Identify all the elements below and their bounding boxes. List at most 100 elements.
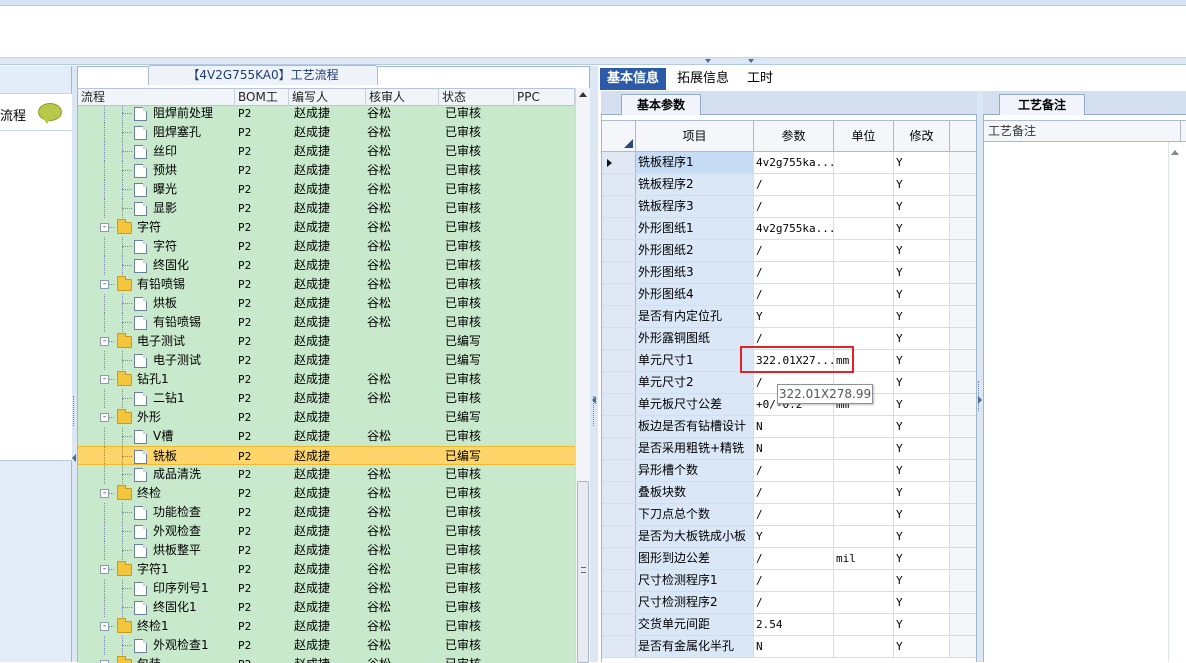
collapse-minus-icon[interactable]: - <box>100 489 109 498</box>
param-item-cell[interactable]: 下刀点总个数 <box>636 504 754 525</box>
flow-sidebar-header[interactable]: 流程 <box>0 93 72 131</box>
tree-row[interactable]: 显影 P2 赵成捷 谷松 已审核 <box>78 199 575 218</box>
param-value-cell[interactable]: / <box>754 262 834 283</box>
tab-basic-params[interactable]: 基本参数 <box>621 94 701 115</box>
tree-row[interactable]: - 电子测试 P2 赵成捷 已编写 <box>78 332 575 351</box>
column-header-process[interactable]: 流程 <box>78 89 235 106</box>
row-header[interactable] <box>602 570 636 591</box>
param-unit-cell[interactable] <box>834 218 894 239</box>
column-header-checker[interactable]: 核审人 <box>366 89 439 106</box>
param-item-cell[interactable]: 铣板程序3 <box>636 196 754 217</box>
tree-row[interactable]: 印序列号1 P2 赵成捷 谷松 已审核 <box>78 579 575 598</box>
param-row[interactable]: 异形槽个数 / Y <box>602 460 976 482</box>
param-unit-cell[interactable] <box>834 460 894 481</box>
param-modify-cell[interactable]: Y <box>894 240 950 261</box>
column-header-editor[interactable]: 编写人 <box>289 89 366 106</box>
param-unit-cell[interactable] <box>834 306 894 327</box>
param-modify-cell[interactable]: Y <box>894 482 950 503</box>
param-row[interactable]: 尺寸检测程序2/ Y <box>602 592 976 614</box>
tree-row[interactable]: - 终检 P2 赵成捷 谷松 已审核 <box>78 484 575 503</box>
param-unit-cell[interactable] <box>834 482 894 503</box>
scroll-thumb[interactable] <box>577 481 589 663</box>
param-item-cell[interactable]: 外形图纸2 <box>636 240 754 261</box>
comment-bubble-icon[interactable] <box>38 103 62 124</box>
column-header-bom[interactable]: BOM工厂 <box>235 89 289 121</box>
param-row[interactable]: 外形图纸3/ Y <box>602 262 976 284</box>
tree-row[interactable]: 阻焊前处理 P2 赵成捷 谷松 已审核 <box>78 106 575 123</box>
column-header-param[interactable]: 参数 <box>754 121 834 152</box>
param-item-cell[interactable]: 图形到边公差 <box>636 548 754 569</box>
param-item-cell[interactable]: 尺寸检测程序2 <box>636 592 754 613</box>
param-item-cell[interactable]: 外形图纸4 <box>636 284 754 305</box>
param-unit-cell[interactable]: mil <box>834 548 894 569</box>
tree-row[interactable]: 铣板 P2 赵成捷 已编写 <box>78 446 575 466</box>
column-header-remarks[interactable]: 工艺备注 <box>988 124 1036 138</box>
param-value-cell[interactable]: N <box>754 636 834 657</box>
collapse-left-icon[interactable] <box>72 454 76 462</box>
column-header-item[interactable]: 项目 <box>636 121 754 152</box>
row-header[interactable] <box>602 416 636 437</box>
row-header[interactable] <box>602 636 636 657</box>
row-header[interactable] <box>602 548 636 569</box>
collapse-minus-icon[interactable]: - <box>100 413 109 422</box>
param-item-cell[interactable]: 是否为大板铣成小板 <box>636 526 754 547</box>
param-unit-cell[interactable] <box>834 152 894 173</box>
param-item-cell[interactable]: 单元尺寸2 <box>636 372 754 393</box>
row-header[interactable] <box>602 262 636 283</box>
param-unit-cell[interactable] <box>834 196 894 217</box>
param-row[interactable]: 图形到边公差 / mil Y <box>602 548 976 570</box>
tree-row[interactable]: 成品清洗 P2 赵成捷 谷松 已审核 <box>78 465 575 484</box>
param-value-cell[interactable]: / <box>754 196 834 217</box>
tree-row[interactable]: 终固化1 P2 赵成捷 谷松 已审核 <box>78 598 575 617</box>
scroll-up-icon[interactable] <box>1171 150 1179 155</box>
param-item-cell[interactable]: 单元板尺寸公差 <box>636 394 754 415</box>
param-row[interactable]: 尺寸检测程序1/ Y <box>602 570 976 592</box>
tree-row[interactable]: 阻焊塞孔 P2 赵成捷 谷松 已审核 <box>78 123 575 142</box>
param-modify-cell[interactable]: Y <box>894 328 950 349</box>
column-header-status[interactable]: 状态 <box>439 89 514 106</box>
param-value-cell[interactable]: N <box>754 438 834 459</box>
column-header-modify[interactable]: 修改 <box>894 121 950 152</box>
row-header[interactable] <box>602 284 636 305</box>
param-value-cell[interactable]: / <box>754 548 834 569</box>
param-modify-cell[interactable]: Y <box>894 152 950 173</box>
param-value-cell[interactable]: / <box>754 592 834 613</box>
param-row[interactable]: 是否有内定位孔 Y Y <box>602 306 976 328</box>
param-value-cell[interactable]: 2.54 <box>754 614 834 635</box>
param-modify-cell[interactable]: Y <box>894 548 950 569</box>
tab-extended-info[interactable]: 拓展信息 <box>670 68 736 90</box>
collapse-left-icon[interactable] <box>592 396 596 404</box>
tree-row[interactable]: - 终检1 P2 赵成捷 谷松 已审核 <box>78 617 575 636</box>
column-header-ppc[interactable]: PPC <box>514 89 575 106</box>
param-modify-cell[interactable]: Y <box>894 350 950 371</box>
param-modify-cell[interactable]: Y <box>894 460 950 481</box>
param-item-cell[interactable]: 外形图纸3 <box>636 262 754 283</box>
param-row[interactable]: 下刀点总个数 / Y <box>602 504 976 526</box>
param-unit-cell[interactable] <box>834 526 894 547</box>
tree-row[interactable]: 二钻1 P2 赵成捷 谷松 已审核 <box>78 389 575 408</box>
param-row[interactable]: 外形图纸2/ Y <box>602 240 976 262</box>
param-item-cell[interactable]: 叠板块数 <box>636 482 754 503</box>
param-value-cell[interactable]: / <box>754 460 834 481</box>
param-modify-cell[interactable]: Y <box>894 438 950 459</box>
tree-row[interactable]: 外观检查1 P2 赵成捷 谷松 已审核 <box>78 636 575 655</box>
row-header[interactable] <box>602 240 636 261</box>
param-value-cell[interactable]: Y <box>754 526 834 547</box>
param-modify-cell[interactable]: Y <box>894 372 950 393</box>
param-modify-cell[interactable]: Y <box>894 174 950 195</box>
param-modify-cell[interactable]: Y <box>894 416 950 437</box>
param-modify-cell[interactable]: Y <box>894 196 950 217</box>
remarks-scrollbar[interactable] <box>1168 142 1182 662</box>
tree-row[interactable]: - 有铅喷锡 P2 赵成捷 谷松 已审核 <box>78 275 575 294</box>
collapse-minus-icon[interactable]: - <box>100 375 109 384</box>
param-unit-cell[interactable] <box>834 174 894 195</box>
tree-row[interactable]: 预烘 P2 赵成捷 谷松 已审核 <box>78 161 575 180</box>
tree-row[interactable]: - 钻孔1 P2 赵成捷 谷松 已审核 <box>78 370 575 389</box>
row-header[interactable] <box>602 152 636 173</box>
param-modify-cell[interactable]: Y <box>894 636 950 657</box>
collapse-minus-icon[interactable]: - <box>100 565 109 574</box>
param-value-cell[interactable]: N <box>754 416 834 437</box>
param-row[interactable]: 铣板程序2/ Y <box>602 174 976 196</box>
tab-basic-info[interactable]: 基本信息 <box>600 68 667 90</box>
row-header[interactable] <box>602 218 636 239</box>
